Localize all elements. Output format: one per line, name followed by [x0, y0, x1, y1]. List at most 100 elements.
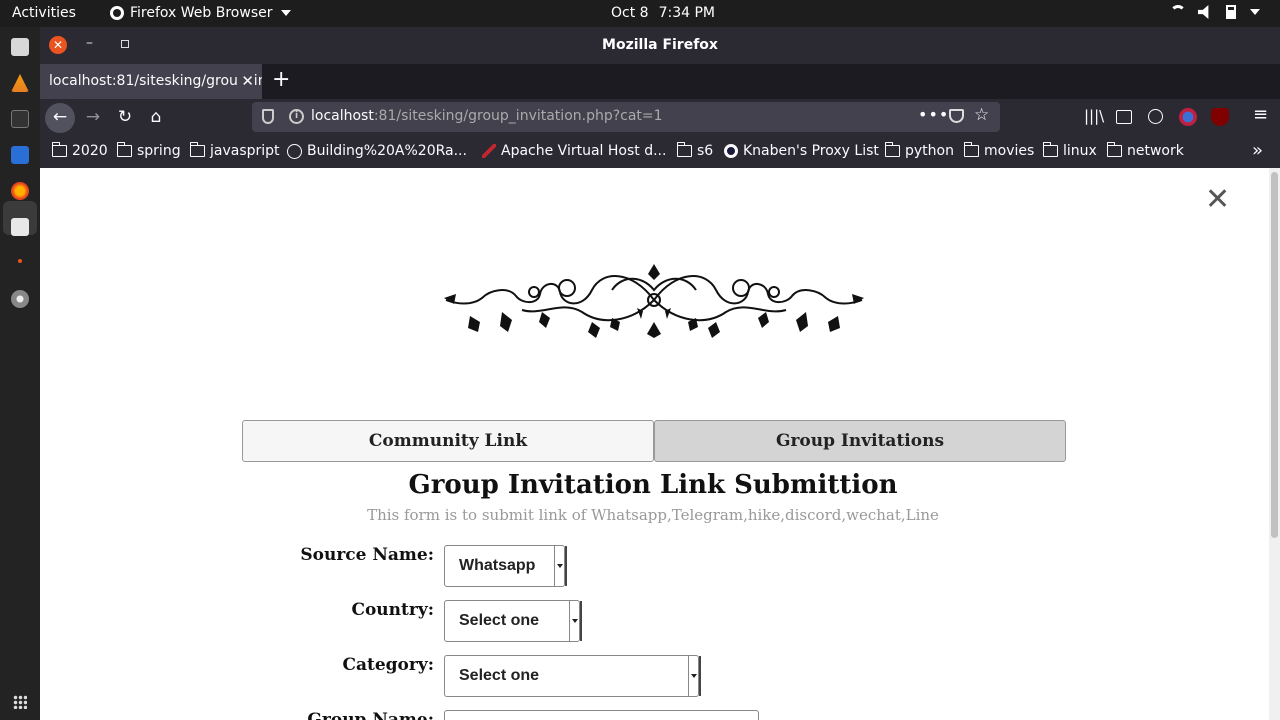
page-title: Group Invitation Link Submittion [408, 470, 898, 500]
navigation-toolbar: ← → ↻ ⌂ i localhost:81/sitesking/group_i… [40, 99, 1280, 136]
clock-time: 7:34 PM [658, 5, 715, 21]
category-value: Select one [459, 667, 540, 684]
document-viewer-icon[interactable] [11, 218, 29, 236]
app-menu[interactable]: Firefox Web Browser [110, 5, 291, 21]
bookmarks-overflow-chevron-icon[interactable]: » [1252, 140, 1263, 161]
scrollbar-thumb[interactable] [1271, 172, 1278, 538]
bookmark-label: network [1127, 143, 1184, 159]
url-text[interactable]: localhost:81/sitesking/group_invitation.… [311, 108, 663, 124]
terminal-icon[interactable] [11, 110, 29, 128]
country-value: Select one [459, 612, 540, 629]
bookmark-network[interactable]: network [1106, 142, 1184, 159]
url-bar[interactable]: i localhost:81/sitesking/group_invitatio… [252, 102, 1000, 132]
category-label: Category: [342, 655, 434, 675]
running-indicator-icon [18, 259, 22, 263]
bookmark-label: Knaben's Proxy List [743, 143, 879, 159]
hamburger-menu-icon[interactable]: ≡ [1253, 104, 1268, 125]
forward-button[interactable]: → [78, 103, 108, 133]
feather-icon [482, 144, 496, 158]
firefox-icon [110, 6, 124, 20]
home-button[interactable]: ⌂ [141, 103, 171, 133]
account-icon[interactable] [1148, 109, 1163, 124]
system-tray[interactable] [1170, 5, 1260, 19]
window-titlebar: ✕ – Mozilla Firefox [40, 27, 1280, 64]
tab-title: localhost:81/sitesking/group_invitation.… [49, 73, 262, 89]
bookmark-label: Apache Virtual Host d... [501, 143, 667, 159]
chevron-down-icon [280, 10, 291, 16]
bookmark-spring[interactable]: spring [116, 142, 181, 159]
source-name-value: Whatsapp [459, 557, 536, 574]
bookmark-label: movies [984, 143, 1035, 159]
dropdown-arrow-icon [688, 656, 698, 696]
tab-group-invitations[interactable]: Group Invitations [654, 420, 1066, 462]
bookmark-python[interactable]: python [884, 142, 954, 159]
ublock-origin-icon[interactable] [1211, 108, 1229, 126]
gnome-top-bar: Activities Firefox Web Browser Oct 8 7:34… [0, 0, 1280, 27]
page-subtitle: This form is to submit link of Whatsapp,… [367, 506, 939, 524]
firefox-dock-icon[interactable] [11, 182, 29, 200]
tracking-protection-shield-icon[interactable] [262, 109, 274, 124]
globe-icon [287, 143, 302, 159]
bookmark-linux[interactable]: linux [1042, 142, 1097, 159]
bookmark-label: 2020 [72, 143, 108, 159]
volume-icon [1198, 5, 1209, 19]
source-name-select[interactable]: Whatsapp [444, 545, 567, 587]
bookmark-star-icon[interactable]: ☆ [974, 105, 989, 125]
bookmark-label: linux [1063, 143, 1097, 159]
folder-icon [884, 142, 900, 157]
sidebar-icon[interactable] [1116, 110, 1132, 124]
bookmark-javaspript[interactable]: javaspript [189, 142, 280, 159]
vlc-icon[interactable] [11, 74, 29, 92]
group-name-input[interactable] [444, 710, 759, 720]
tab-group-invitation[interactable]: localhost:81/sitesking/group_invitation.… [40, 64, 262, 99]
bookmark-label: s6 [697, 143, 714, 159]
show-apps-icon[interactable] [13, 695, 27, 709]
url-path: :81/sitesking/group_invitation.php?cat=1 [373, 108, 663, 124]
site-info-icon[interactable]: i [289, 109, 304, 124]
bookmark-2020[interactable]: 2020 [51, 142, 108, 159]
new-tab-button[interactable]: + [272, 68, 290, 92]
category-select[interactable]: Select one [444, 655, 701, 697]
extension-badge-icon[interactable] [1179, 108, 1197, 126]
disc-icon[interactable] [11, 290, 29, 308]
library-icon[interactable]: |||\ [1084, 107, 1104, 125]
bookmark-building[interactable]: Building%20A%20Ra... [287, 143, 467, 159]
tab-close-icon[interactable]: ✕ [237, 72, 254, 90]
bookmarks-toolbar: 2020 spring javaspript Building%20A%20Ra… [40, 136, 1280, 168]
bookmark-movies[interactable]: movies [963, 142, 1035, 159]
folder-icon [116, 142, 132, 157]
close-icon[interactable]: ✕ [1205, 185, 1230, 215]
bookmark-s6[interactable]: s6 [676, 142, 714, 159]
tab-community-link[interactable]: Community Link [242, 420, 654, 462]
pocket-icon[interactable] [949, 109, 964, 123]
group-name-label: Group Name: [307, 710, 434, 720]
activities-button[interactable]: Activities [12, 5, 76, 21]
battery-icon [1226, 5, 1236, 19]
country-label: Country: [351, 600, 434, 620]
page-actions-more-icon[interactable]: ••• [918, 105, 949, 124]
folder-icon [1042, 142, 1058, 157]
dock [0, 27, 40, 720]
folder-icon [189, 142, 205, 157]
back-button[interactable]: ← [45, 103, 75, 133]
link-type-tabs: Community Link Group Invitations [242, 420, 1066, 462]
bookmark-label: Building%20A%20Ra... [307, 143, 467, 159]
decorative-ornament [444, 264, 864, 338]
text-editor-icon[interactable] [11, 146, 29, 164]
clock[interactable]: Oct 8 7:34 PM [611, 5, 715, 21]
folder-icon [1106, 142, 1122, 157]
tray-chevron-down-icon [1250, 9, 1260, 15]
bookmark-knaben[interactable]: Knaben's Proxy List [724, 143, 879, 159]
source-name-label: Source Name: [300, 545, 434, 565]
bookmark-label: python [905, 143, 954, 159]
page-scrollbar[interactable] [1269, 168, 1280, 720]
country-select[interactable]: Select one [444, 600, 582, 642]
files-icon[interactable] [11, 38, 29, 56]
bookmark-apache[interactable]: Apache Virtual Host d... [482, 143, 666, 159]
app-menu-label: Firefox Web Browser [130, 5, 273, 21]
knaben-icon [724, 144, 738, 158]
wifi-icon [1170, 5, 1186, 19]
window-title: Mozilla Firefox [602, 37, 718, 53]
tab-strip: localhost:81/sitesking/group_invitation.… [40, 64, 1280, 99]
reload-button[interactable]: ↻ [110, 103, 140, 133]
